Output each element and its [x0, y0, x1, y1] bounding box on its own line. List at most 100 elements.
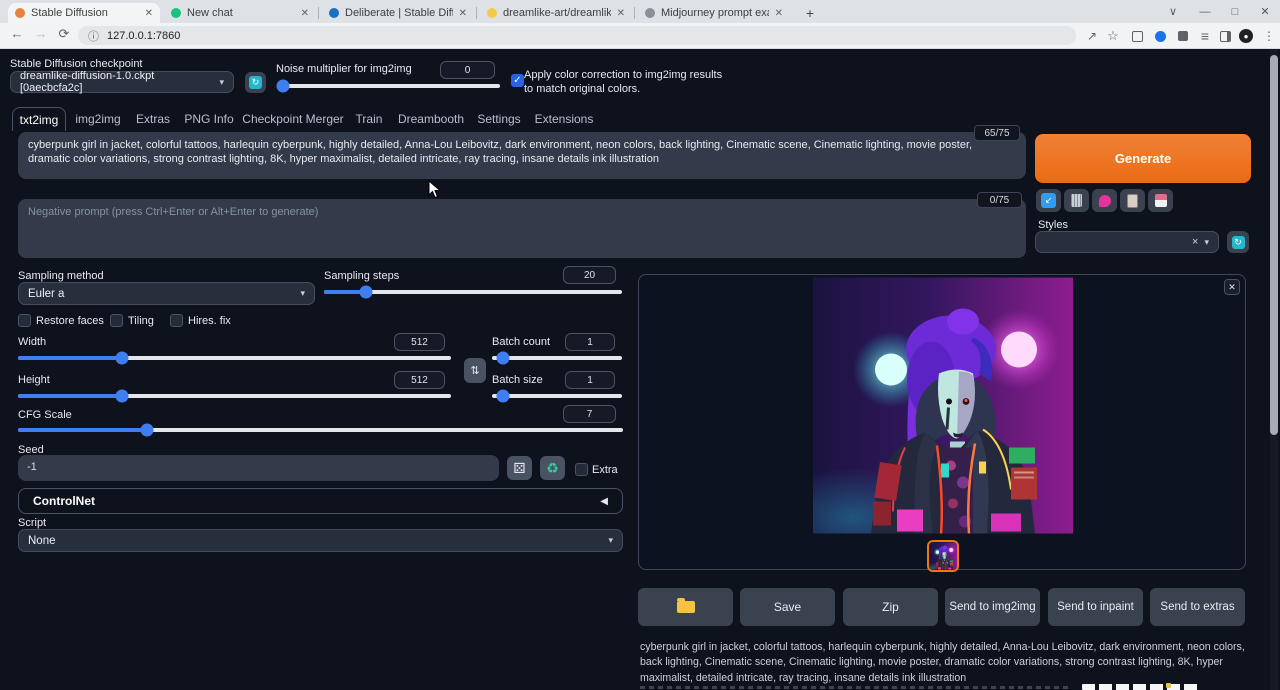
- tab-close-icon[interactable]: ✕: [617, 8, 625, 19]
- sampling-steps-slider[interactable]: [324, 290, 622, 294]
- tab-txt2img[interactable]: txt2img: [12, 107, 66, 131]
- tab-png-info[interactable]: PNG Info: [184, 107, 234, 131]
- batch-count-value[interactable]: 1: [565, 333, 615, 351]
- hires-fix-checkbox[interactable]: [170, 314, 183, 327]
- slider-knob[interactable]: [141, 424, 154, 437]
- paste-params-button[interactable]: ↙: [1036, 189, 1061, 212]
- browser-menu-icon[interactable]: ⋮: [1260, 27, 1278, 45]
- tab-settings[interactable]: Settings: [473, 107, 525, 131]
- slider-knob[interactable]: [116, 390, 129, 403]
- address-bar[interactable]: ⓘ 127.0.0.1:7860: [78, 26, 1076, 45]
- page-scrollbar[interactable]: [1270, 49, 1278, 690]
- gallery-thumbnail[interactable]: [927, 540, 959, 572]
- checkpoint-refresh-button[interactable]: ↻: [245, 72, 266, 93]
- close-gallery-button[interactable]: ✕: [1224, 279, 1240, 295]
- height-value[interactable]: 512: [394, 371, 445, 389]
- browser-tab-stable-diffusion[interactable]: Stable Diffusion ✕: [8, 3, 160, 23]
- new-tab-button[interactable]: +: [801, 4, 819, 22]
- tab-close-icon[interactable]: ✕: [145, 8, 153, 19]
- zip-button[interactable]: Zip: [843, 588, 938, 626]
- reload-icon[interactable]: ⟳: [55, 26, 73, 42]
- restore-faces-checkbox[interactable]: [18, 314, 31, 327]
- width-slider[interactable]: [18, 356, 451, 360]
- share-icon[interactable]: ↗: [1083, 27, 1101, 45]
- tab-extras[interactable]: Extras: [130, 107, 176, 131]
- generated-image[interactable]: [813, 277, 1073, 534]
- recycle-icon: ♻: [546, 460, 559, 477]
- profile-avatar[interactable]: ●: [1237, 27, 1255, 45]
- apply-style-button[interactable]: [1120, 189, 1145, 212]
- tab-extensions[interactable]: Extensions: [531, 107, 597, 131]
- browser-tab-deliberate[interactable]: Deliberate | Stable Diffusion Che ✕: [322, 3, 474, 23]
- styles-dropdown[interactable]: × ▾: [1035, 231, 1219, 253]
- sampling-method-dropdown[interactable]: Euler a ▾: [18, 282, 315, 305]
- slider-knob[interactable]: [116, 352, 129, 365]
- slider-knob[interactable]: [277, 80, 290, 93]
- tab-close-icon[interactable]: ✕: [459, 8, 467, 19]
- noise-multiplier-value[interactable]: 0: [440, 61, 495, 79]
- script-dropdown[interactable]: None ▾: [18, 529, 623, 552]
- extensions-puzzle-icon[interactable]: [1174, 27, 1192, 45]
- slider-knob[interactable]: [360, 286, 373, 299]
- tab-list-icon[interactable]: ≡: [1196, 27, 1214, 45]
- sidebar-icon[interactable]: [1216, 27, 1234, 45]
- open-folder-button[interactable]: [638, 588, 733, 626]
- bookmark-star-icon[interactable]: ☆: [1104, 27, 1122, 45]
- scrollbar-thumb[interactable]: [1270, 55, 1278, 435]
- slider-knob[interactable]: [497, 390, 510, 403]
- negative-prompt-input[interactable]: Negative prompt (press Ctrl+Enter or Alt…: [18, 199, 1026, 258]
- send-to-inpaint-button[interactable]: Send to inpaint: [1048, 588, 1143, 626]
- status-dot-icon[interactable]: [1151, 27, 1169, 45]
- window-minimize-button[interactable]: —: [1190, 0, 1220, 23]
- cfg-scale-value[interactable]: 7: [563, 405, 616, 423]
- tab-close-icon[interactable]: ✕: [301, 8, 309, 19]
- window-menu-icon[interactable]: ∨: [1158, 0, 1188, 23]
- browser-tab-new-chat[interactable]: New chat ✕: [164, 3, 316, 23]
- random-seed-button[interactable]: ⚄: [507, 456, 532, 480]
- tab-train[interactable]: Train: [350, 107, 388, 131]
- tab-close-icon[interactable]: ✕: [775, 8, 783, 19]
- clear-styles-icon[interactable]: ×: [1192, 236, 1198, 248]
- tab-dreambooth[interactable]: Dreambooth: [394, 107, 468, 131]
- window-close-button[interactable]: ✕: [1250, 0, 1280, 23]
- checkpoint-dropdown[interactable]: dreamlike-diffusion-1.0.ckpt [0aecbcfa2c…: [10, 71, 234, 93]
- batch-size-value[interactable]: 1: [565, 371, 615, 389]
- color-correction-checkbox[interactable]: ✓: [511, 74, 524, 87]
- width-value[interactable]: 512: [394, 333, 445, 351]
- prompt-input[interactable]: cyberpunk girl in jacket, colorful tatto…: [18, 132, 1026, 179]
- generate-button[interactable]: Generate: [1035, 134, 1251, 183]
- page-info-icon[interactable]: ⓘ: [88, 28, 99, 44]
- extra-seed-checkbox[interactable]: [575, 463, 588, 476]
- extra-networks-button[interactable]: [1092, 189, 1117, 212]
- browser-tab-midjourney[interactable]: Midjourney prompt examples : L ✕: [638, 3, 790, 23]
- slider-knob[interactable]: [497, 352, 510, 365]
- send-to-extras-button[interactable]: Send to extras: [1150, 588, 1245, 626]
- tab-img2img[interactable]: img2img: [74, 107, 122, 131]
- seed-input[interactable]: -1: [18, 455, 499, 481]
- window-maximize-button[interactable]: □: [1220, 0, 1250, 23]
- height-slider[interactable]: [18, 394, 451, 398]
- cfg-scale-slider[interactable]: [18, 428, 623, 432]
- styles-refresh-button[interactable]: ↻: [1227, 231, 1249, 253]
- controlnet-accordion[interactable]: ControlNet ◀: [18, 488, 623, 514]
- app-window: Stable Diffusion ✕ New chat ✕ Deliberate…: [0, 0, 1280, 690]
- browser-tab-dreamlike[interactable]: dreamlike-art/dreamlike-diffusio ✕: [480, 3, 632, 23]
- reuse-seed-button[interactable]: ♻: [540, 456, 565, 480]
- noise-multiplier-slider[interactable]: [280, 84, 500, 88]
- forward-icon[interactable]: →: [32, 26, 50, 41]
- apps-grid-icon[interactable]: [1128, 27, 1146, 45]
- tiling-checkbox[interactable]: [110, 314, 123, 327]
- swap-dimensions-button[interactable]: ⇅: [464, 358, 486, 383]
- sampling-steps-value[interactable]: 20: [563, 266, 616, 284]
- batch-count-slider[interactable]: [492, 356, 622, 360]
- batch-size-slider[interactable]: [492, 394, 622, 398]
- tab-checkpoint-merger[interactable]: Checkpoint Merger: [240, 107, 346, 131]
- clear-prompt-button[interactable]: [1064, 189, 1089, 212]
- send-to-img2img-button[interactable]: Send to img2img: [945, 588, 1040, 626]
- back-icon[interactable]: ←: [8, 26, 26, 41]
- extra-seed-label: Extra: [592, 464, 618, 476]
- browser-tabstrip: Stable Diffusion ✕ New chat ✕ Deliberate…: [0, 0, 1280, 23]
- save-style-button[interactable]: [1148, 189, 1173, 212]
- save-button[interactable]: Save: [740, 588, 835, 626]
- script-label: Script: [18, 517, 46, 529]
